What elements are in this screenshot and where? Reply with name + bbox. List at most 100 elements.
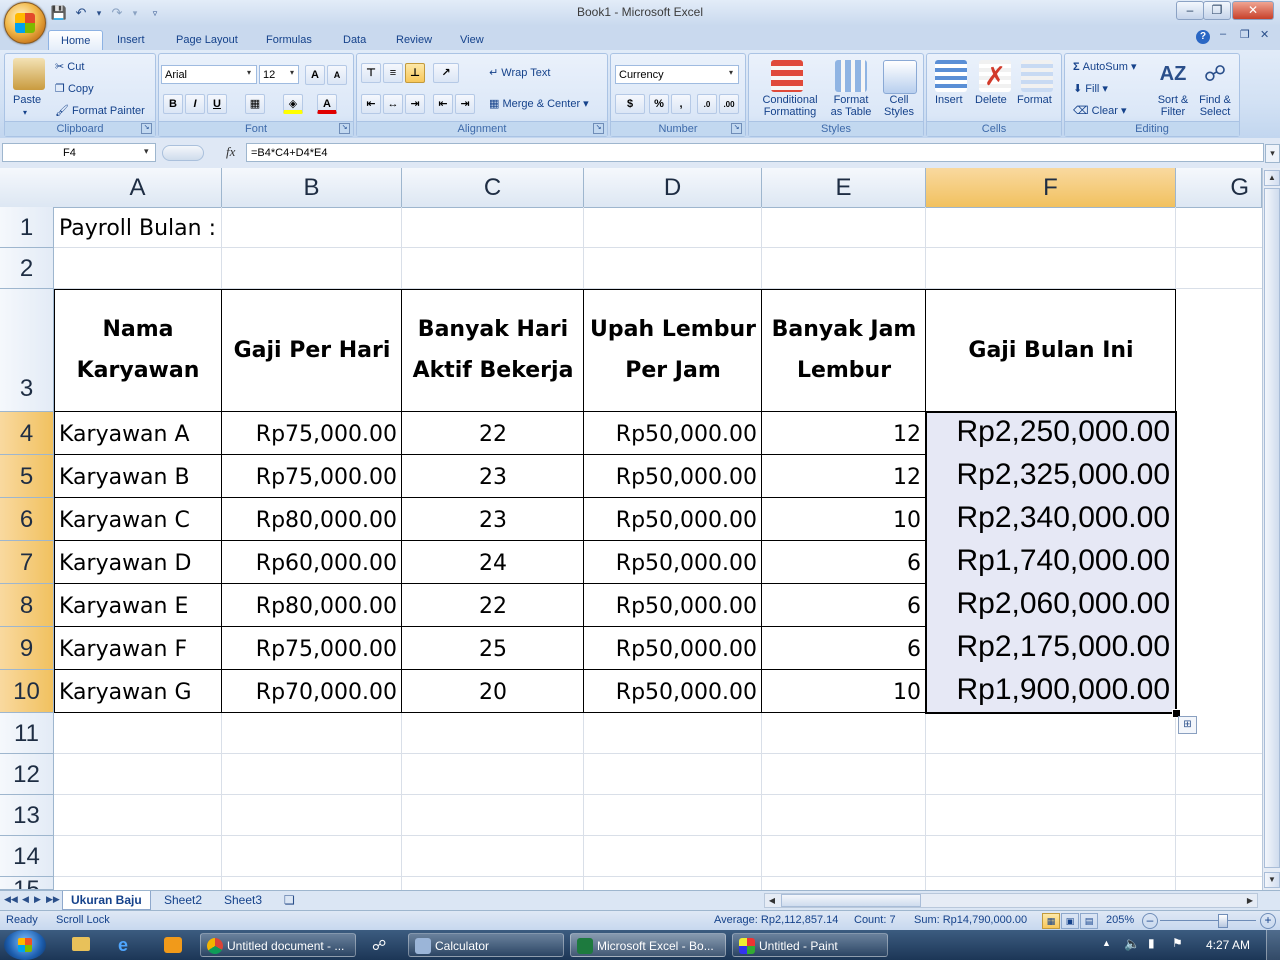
cell-upah-lembur[interactable]: Rp50,000.00 (584, 455, 762, 498)
clipboard-launcher-icon[interactable]: ↘ (141, 123, 152, 134)
row-header-7[interactable]: 7 (0, 541, 54, 584)
horizontal-scrollbar[interactable]: ◀ ▶ (764, 893, 1258, 908)
align-bottom-icon[interactable]: ⊥ (405, 63, 425, 83)
scroll-up-icon[interactable]: ▲ (1264, 170, 1280, 186)
cell-gaji-bulan-ini[interactable]: Rp2,325,000.00 (926, 455, 1176, 498)
format-as-table-icon[interactable] (835, 60, 867, 92)
auto-fill-options-icon[interactable]: ⊞ (1178, 716, 1197, 734)
customize-qat-icon[interactable]: ▿ (146, 4, 164, 22)
tab-view[interactable]: View (448, 30, 496, 50)
italic-button[interactable]: I (185, 94, 205, 114)
vertical-scroll-thumb[interactable] (1264, 188, 1280, 868)
scroll-left-icon[interactable]: ◀ (765, 894, 779, 907)
row-header-10[interactable]: 10 (0, 670, 54, 713)
column-header-f[interactable]: F (926, 168, 1176, 207)
row-header-1[interactable]: 1 (0, 207, 54, 248)
sort-filter-icon[interactable]: AZ (1157, 58, 1189, 90)
network-icon[interactable]: ▮ (1148, 936, 1155, 950)
tab-review[interactable]: Review (384, 30, 444, 50)
scroll-down-icon[interactable]: ▼ (1264, 872, 1280, 888)
cell-gaji-per-hari[interactable]: Rp75,000.00 (222, 627, 402, 670)
row-header-14[interactable]: 14 (0, 836, 54, 877)
redo-icon[interactable]: ↷ (108, 4, 126, 22)
page-break-view-icon[interactable]: ▤ (1080, 913, 1098, 929)
row-header-2[interactable]: 2 (0, 248, 54, 289)
increase-indent-icon[interactable]: ⇥ (455, 94, 475, 114)
formula-input[interactable]: =B4*C4+D4*E4 (246, 143, 1264, 162)
header-banyak-jam[interactable]: Banyak Jam Lembur (762, 289, 926, 411)
row-header-9[interactable]: 9 (0, 627, 54, 670)
cell-gaji-bulan-ini[interactable]: Rp2,250,000.00 (926, 412, 1176, 455)
media-player-icon[interactable] (164, 937, 182, 953)
column-header-a[interactable]: A (54, 168, 222, 207)
paste-icon[interactable] (13, 58, 45, 90)
borders-icon[interactable]: ▦ (245, 94, 265, 114)
column-header-e[interactable]: E (762, 168, 926, 207)
column-header-b[interactable]: B (222, 168, 402, 207)
tab-home[interactable]: Home (48, 30, 104, 51)
delete-cells-icon[interactable]: ✗ (979, 60, 1011, 92)
ribbon-minimize-icon[interactable]: – (1220, 28, 1226, 40)
cell-jam-lembur[interactable]: 12 (762, 455, 926, 498)
increase-decimal-icon[interactable]: .0 (697, 94, 717, 114)
cell-hari-aktif[interactable]: 25 (402, 627, 584, 670)
cell-upah-lembur[interactable]: Rp50,000.00 (584, 627, 762, 670)
taskbar-clock[interactable]: 4:27 AM (1206, 938, 1250, 952)
cell-jam-lembur[interactable]: 12 (762, 412, 926, 455)
row-header-5[interactable]: 5 (0, 455, 54, 498)
cell-gaji-per-hari[interactable]: Rp80,000.00 (222, 584, 402, 627)
undo-dropdown-icon[interactable]: ▾ (90, 4, 108, 22)
row-header-12[interactable]: 12 (0, 754, 54, 795)
normal-view-icon[interactable]: ▦ (1042, 913, 1060, 929)
format-button[interactable]: Format (1017, 94, 1052, 106)
zoom-in-icon[interactable]: + (1260, 913, 1276, 929)
number-format-select[interactable]: Currency (615, 65, 739, 84)
insert-function-icon[interactable]: fx (226, 144, 235, 160)
number-launcher-icon[interactable]: ↘ (731, 123, 742, 134)
underline-button[interactable]: U (207, 94, 227, 114)
cell-styles-icon[interactable] (883, 60, 917, 94)
cell-upah-lembur[interactable]: Rp50,000.00 (584, 412, 762, 455)
cell-hari-aktif[interactable]: 24 (402, 541, 584, 584)
undo-icon[interactable]: ↶ (72, 4, 90, 22)
explorer-icon[interactable] (72, 937, 90, 951)
restore-button[interactable]: ❐ (1203, 1, 1231, 20)
taskbar-pinned-icon[interactable]: ☍ (372, 937, 386, 954)
help-icon[interactable]: ? (1196, 30, 1210, 44)
cell-gaji-bulan-ini[interactable]: Rp1,740,000.00 (926, 541, 1176, 584)
redo-dropdown-icon[interactable]: ▾ (126, 4, 144, 22)
fill-button[interactable]: ⬇ Fill ▾ (1073, 82, 1108, 95)
taskbar-item-chrome[interactable]: Untitled document - ... (200, 933, 356, 957)
last-sheet-icon[interactable]: ▶▶ (46, 894, 60, 905)
cell-jam-lembur[interactable]: 6 (762, 541, 926, 584)
zoom-slider-track[interactable] (1160, 920, 1256, 921)
taskbar-item-calculator[interactable]: Calculator (408, 933, 564, 957)
vertical-scrollbar[interactable]: ▲ ▼ (1262, 168, 1280, 890)
header-gaji-per-hari[interactable]: Gaji Per Hari (222, 289, 402, 411)
column-header-g[interactable]: G (1176, 168, 1262, 207)
decrease-indent-icon[interactable]: ⇤ (433, 94, 453, 114)
start-button[interactable] (4, 930, 46, 960)
name-box-dropdown-icon[interactable]: ▾ (144, 146, 149, 157)
format-painter-button[interactable]: 🖌 Format Painter (55, 104, 145, 117)
insert-button[interactable]: Insert (935, 94, 963, 106)
number-format-dropdown-icon[interactable]: ▾ (729, 68, 733, 77)
ribbon-restore-icon[interactable]: ❐ (1240, 28, 1250, 41)
cell-nama[interactable]: Karyawan D (54, 541, 222, 584)
tab-page-layout[interactable]: Page Layout (164, 30, 250, 50)
conditional-formatting-button[interactable]: Conditional Formatting (755, 94, 825, 118)
office-button[interactable] (4, 2, 46, 44)
header-upah-lembur[interactable]: Upah Lembur Per Jam (584, 289, 762, 411)
close-button[interactable]: ✕ (1232, 1, 1274, 20)
cell-nama[interactable]: Karyawan B (54, 455, 222, 498)
row-header-4[interactable]: 4 (0, 412, 54, 455)
merge-center-button[interactable]: ▦ Merge & Center ▾ (489, 97, 589, 110)
wrap-text-button[interactable]: ↵ Wrap Text (489, 66, 550, 79)
row-header-3[interactable]: 3 (0, 289, 54, 412)
cell-hari-aktif[interactable]: 20 (402, 670, 584, 713)
zoom-level[interactable]: 205% (1106, 914, 1134, 926)
cell-hari-aktif[interactable]: 23 (402, 498, 584, 541)
align-middle-icon[interactable]: ≡ (383, 63, 403, 83)
delete-button[interactable]: Delete (975, 94, 1007, 106)
align-center-icon[interactable]: ↔ (383, 94, 403, 114)
